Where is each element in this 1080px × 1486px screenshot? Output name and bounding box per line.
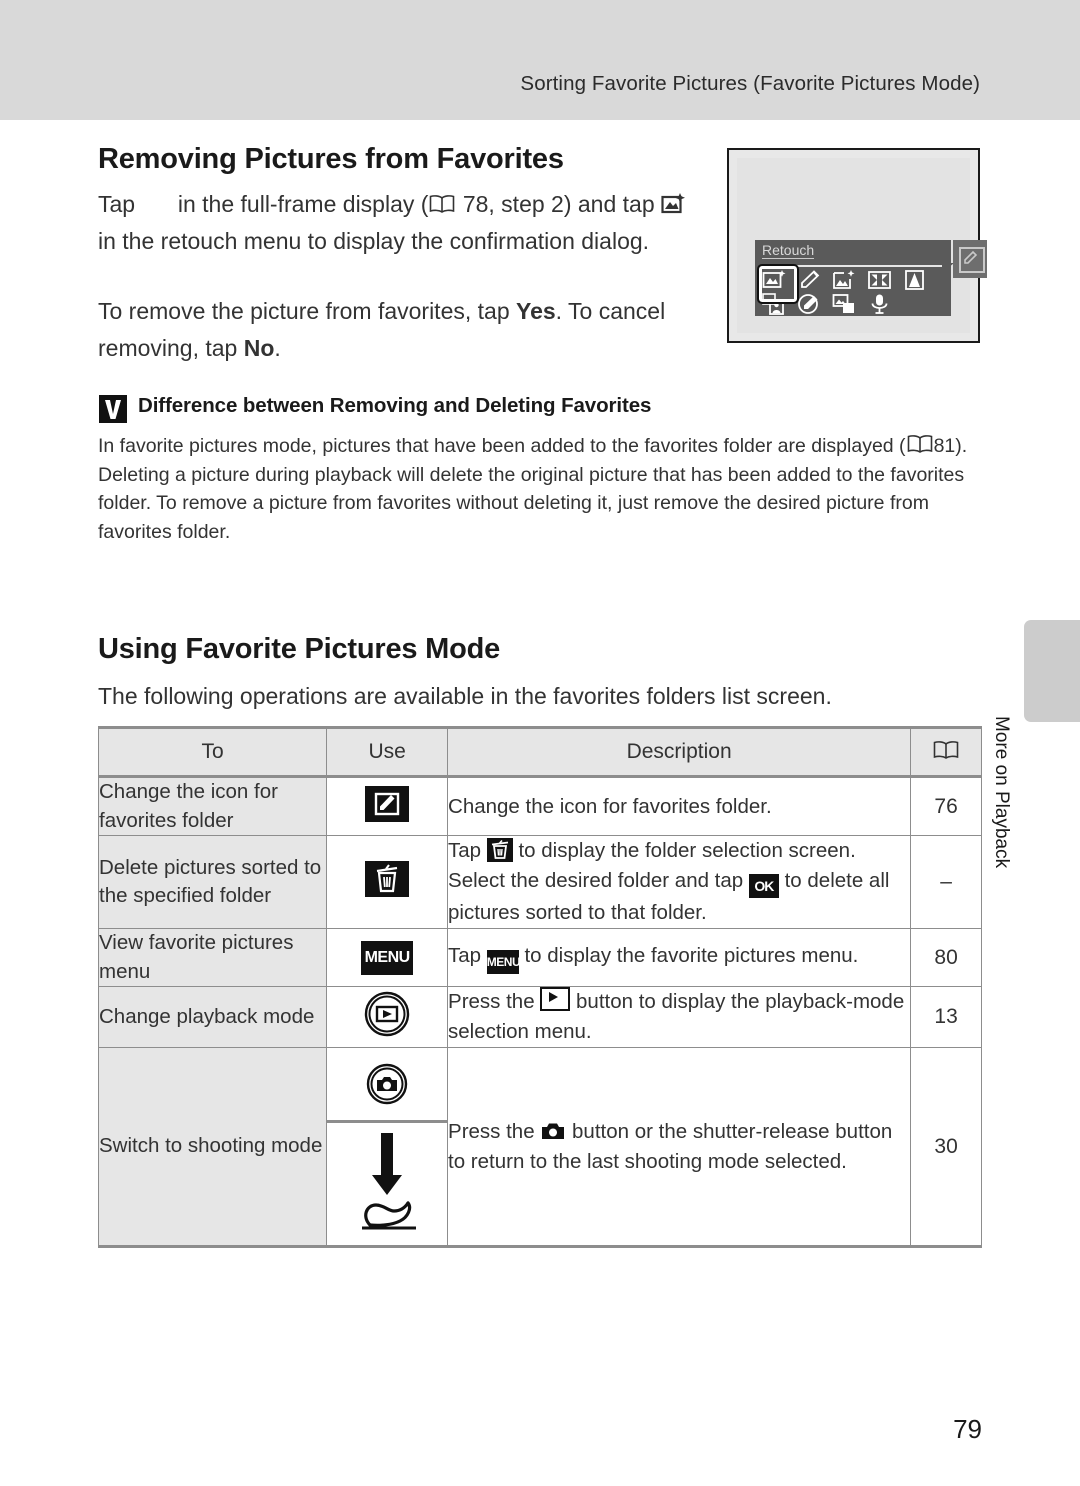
operations-table: To Use Description Change the icon for f… [97,726,982,1248]
retouch-menu-label: Retouch [762,242,815,259]
row-to-label: View favorite pictures menu [97,928,328,987]
row-to-label: Delete pictures sorted to the specified … [97,835,328,929]
text-fullframe: in the full-frame display ( [177,191,429,217]
text-tap2: tap [622,191,655,217]
contrast-icon [902,269,928,291]
paint-icon [797,293,823,315]
pencil-icon [797,269,823,291]
row-to-label: Switch to shooting mode [97,1047,328,1248]
desc-tail: to display the favorite pictures menu. [524,944,859,967]
note-body-part1: In favorite pictures mode, pictures that… [98,435,906,457]
desc-press-prefix: Press the [448,990,535,1013]
column-header-description: Description [447,726,912,778]
desc-tap-prefix: Tap [448,944,482,967]
row-reference: 30 [910,1047,982,1248]
book-icon [932,740,960,760]
section-title-using: Using Favorite Pictures Mode [98,633,501,665]
row-description: Press the button or the shutter-release … [447,1047,912,1248]
row-reference: – [910,835,982,929]
note-heading-text: Difference between Removing and Deleting… [138,394,652,417]
voice-memo-icon [867,293,893,315]
table-row: View favorite pictures menu MENU Tap MEN… [97,928,982,987]
book-icon [428,194,456,214]
row-to-label: Change playback mode [97,986,328,1048]
section-title-removing: Removing Pictures from Favorites [98,143,564,175]
running-header-band [0,0,1080,120]
row-description: Tap MENU to display the favorite picture… [447,928,912,987]
label-no: No [243,334,275,361]
row-to-label: Change the icon for favorites folder [97,776,328,836]
table-row: Delete pictures sorted to the specified … [97,835,982,929]
label-yes: Yes [516,298,556,324]
table-row: Switch to shooting mode Press the button… [97,1047,982,1248]
note-heading: Difference between Removing and Deleting… [98,394,651,418]
manual-page: Sorting Favorite Pictures (Favorite Pict… [0,0,1080,1486]
table-row: Change the icon for favorites folder Cha… [97,776,982,836]
row-reference: 76 [910,776,982,836]
paragraph-removing-2: To remove the picture from favorites, ta… [98,293,703,366]
text-remove-yes-prefix: To remove the picture from favorites, ta… [98,298,517,324]
text-page-ref-78: 78, step 2) and [462,191,617,217]
row-reference: 80 [910,928,982,987]
column-header-use: Use [326,726,449,778]
row-use-icon [326,776,449,836]
edit-icon [365,785,410,822]
row-reference: 13 [910,986,982,1048]
note-body-page: 81 [933,435,956,457]
running-header-title: Sorting Favorite Pictures (Favorite Pict… [520,72,980,95]
desc-press-prefix: Press the [448,1119,535,1143]
table-header-row: To Use Description [97,726,982,778]
row-use-icon [326,986,449,1048]
camera-button-icon [540,1121,566,1142]
camera-button-icon [360,1057,414,1111]
copy-to-favorites-icon [661,192,687,216]
thumb-tab-label: More on Playback [991,716,1012,869]
retouch-icon [141,191,171,217]
trash-icon [365,861,410,897]
retouch-tab-glyph [959,247,985,273]
thumb-tab-block [1024,620,1080,722]
menu-icon: MENU [486,950,521,974]
text-retouch-menu: in the retouch menu to display the confi… [98,227,650,254]
text-tap-prefix: Tap [98,191,136,217]
playback-button-icon [360,987,414,1041]
camera-screen-inner: Retouch [737,158,987,333]
d-lighting-icon [867,269,893,291]
column-header-to: To [97,726,328,778]
menu-icon: MENU [361,940,414,975]
row-to-text: Switch to shooting mode [99,1134,323,1158]
camera-button-icon-cell [327,1048,448,1123]
playback-button-icon [540,987,571,1011]
text-period: . [274,334,281,361]
column-header-reference [910,726,982,778]
row-use-icon [326,835,449,929]
ok-button-icon: OK [748,874,779,898]
row-description: Press the button to display the playback… [447,986,912,1048]
paragraph-removing-1: Tap in the full-frame display ( 78, step… [98,186,703,259]
shutter-release-icon [350,1129,424,1239]
camera-screen-illustration: Retouch [727,148,987,343]
small-picture-icon [832,293,858,315]
selected-item-highlight [757,264,799,304]
page-number: 79 [953,1414,982,1444]
paragraph-using-intro: The following operations are available i… [98,683,832,709]
note-body: In favorite pictures mode, pictures that… [98,432,988,546]
desc-tap-prefix: Tap [448,839,482,862]
retouch-menu-panel: Retouch [755,240,951,316]
row-use-icons [326,1047,449,1248]
row-description: Tap to display the folder selection scre… [447,835,912,929]
row-use-icon: MENU [326,928,449,987]
row-description: Change the icon for favorites folder. [447,776,912,836]
shutter-release-icon-cell [327,1123,447,1245]
book-icon [906,434,934,454]
table-row: Change playback mode Press the button to… [97,986,982,1048]
trash-icon [486,838,513,862]
quick-retouch-icon [832,269,858,291]
retouch-tab-icon [953,240,987,278]
